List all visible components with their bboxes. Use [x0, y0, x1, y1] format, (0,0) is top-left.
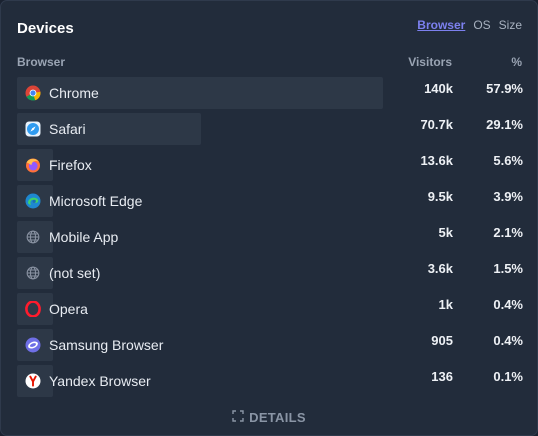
chrome-icon — [25, 85, 41, 101]
visitors-percent: 57.9% — [486, 81, 523, 96]
globe-icon — [25, 265, 41, 281]
browser-list: Chrome 140k 57.9% Safari 70.7k 29.1% Firefox 13… — [17, 76, 523, 400]
globe-icon — [25, 229, 41, 245]
tab-size[interactable]: Size — [499, 18, 522, 32]
browser-row[interactable]: Firefox 13.6k 5.6% — [17, 148, 523, 184]
yandex-icon — [25, 373, 41, 389]
details-label: DETAILS — [249, 410, 306, 425]
visitors-count: 1k — [438, 297, 453, 312]
visitors-percent: 29.1% — [486, 117, 523, 132]
browser-name: Yandex Browser — [49, 373, 151, 389]
devices-card: Devices Browser OS Size Browser Visitors… — [0, 0, 538, 436]
tab-browser[interactable]: Browser — [417, 18, 465, 32]
samsung-browser-icon — [25, 337, 41, 353]
visitors-percent: 0.4% — [493, 333, 523, 348]
browser-row[interactable]: Opera 1k 0.4% — [17, 292, 523, 328]
visitors-percent: 1.5% — [493, 261, 523, 276]
browser-row[interactable]: Chrome 140k 57.9% — [17, 76, 523, 112]
visitors-percent: 2.1% — [493, 225, 523, 240]
browser-row[interactable]: Mobile App 5k 2.1% — [17, 220, 523, 256]
visitors-count: 70.7k — [420, 117, 453, 132]
browser-name: Microsoft Edge — [49, 193, 143, 209]
browser-name: Opera — [49, 301, 88, 317]
visitors-count: 13.6k — [420, 153, 453, 168]
browser-name: Firefox — [49, 157, 92, 173]
details-button[interactable]: DETAILS — [1, 410, 537, 425]
share-bar — [17, 113, 201, 145]
browser-name: Samsung Browser — [49, 337, 164, 353]
visitors-count: 3.6k — [427, 261, 453, 276]
visitors-percent: 0.4% — [493, 297, 523, 312]
browser-row[interactable]: (not set) 3.6k 1.5% — [17, 256, 523, 292]
browser-row[interactable]: Microsoft Edge 9.5k 3.9% — [17, 184, 523, 220]
tab-bar: Browser OS Size — [417, 18, 522, 32]
browser-name: Chrome — [49, 85, 99, 101]
safari-icon — [25, 121, 41, 137]
visitors-count: 9.5k — [427, 189, 453, 204]
opera-icon — [25, 301, 41, 317]
visitors-percent: 0.1% — [493, 369, 523, 384]
browser-row[interactable]: Yandex Browser 136 0.1% — [17, 364, 523, 400]
card-title: Devices — [17, 20, 74, 37]
visitors-count: 905 — [431, 333, 453, 348]
visitors-percent: 5.6% — [493, 153, 523, 168]
edge-icon — [25, 193, 41, 209]
expand-icon — [232, 410, 244, 425]
column-header-visitors: Visitors — [408, 55, 452, 69]
browser-name: Safari — [49, 121, 86, 137]
tab-os[interactable]: OS — [473, 18, 490, 32]
browser-row[interactable]: Safari 70.7k 29.1% — [17, 112, 523, 148]
visitors-count: 5k — [438, 225, 453, 240]
visitors-count: 140k — [424, 81, 453, 96]
browser-name: Mobile App — [49, 229, 119, 245]
column-header-percent: % — [511, 55, 522, 69]
visitors-percent: 3.9% — [493, 189, 523, 204]
browser-row[interactable]: Samsung Browser 905 0.4% — [17, 328, 523, 364]
firefox-icon — [25, 157, 41, 173]
visitors-count: 136 — [431, 369, 453, 384]
browser-name: (not set) — [49, 265, 101, 281]
column-header-browser: Browser — [17, 55, 66, 69]
